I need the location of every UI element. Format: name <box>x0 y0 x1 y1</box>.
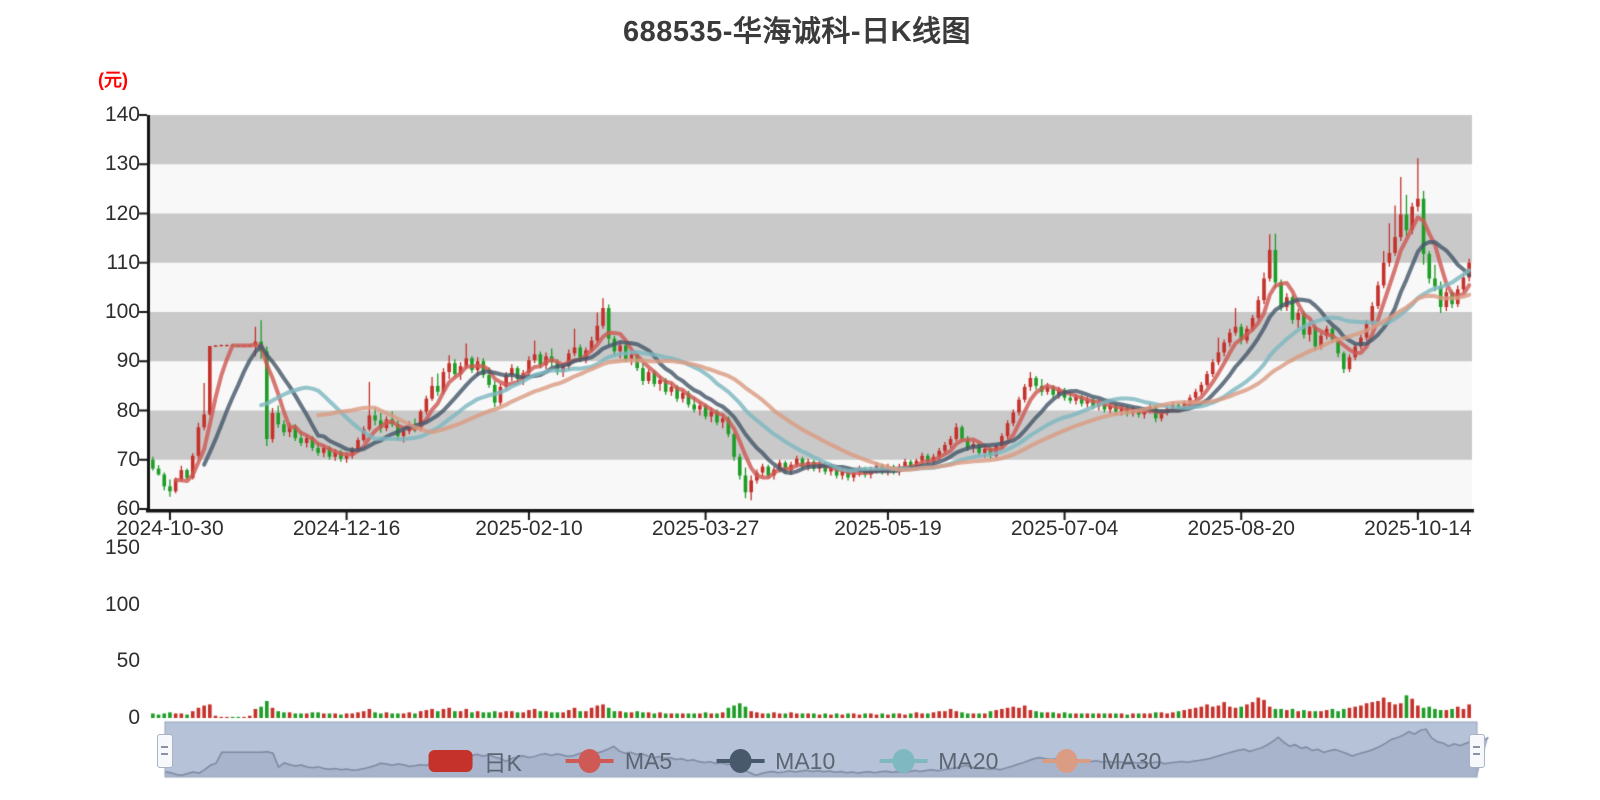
price-tick-label: 120 <box>104 201 140 225</box>
date-tick-label: 2024-10-30 <box>116 517 224 540</box>
price-unit-label: (元) <box>98 70 128 90</box>
datazoom-handle-left[interactable] <box>157 733 173 768</box>
price-tick-label: 140 <box>104 103 140 126</box>
datazoom-handle-right[interactable] <box>1469 733 1485 768</box>
price-tick-label: 110 <box>106 250 140 274</box>
volume-tick-label: 100 <box>104 592 140 616</box>
volume-tick-label: 50 <box>116 649 140 673</box>
date-tick-label: 2025-07-04 <box>1010 517 1119 540</box>
date-tick-label: 2025-02-10 <box>475 517 583 540</box>
price-tick-label: 100 <box>104 300 140 323</box>
price-tick-label: 80 <box>116 398 140 422</box>
chart-title: 688535-华海诚科-日K线图 <box>622 16 972 48</box>
volume-tick-label: 0 <box>128 706 140 729</box>
date-tick-label: 2024-12-16 <box>292 517 401 540</box>
price-tick-label: 130 <box>104 152 140 176</box>
date-tick-label: 2025-08-20 <box>1187 517 1295 540</box>
datazoom-slider-track[interactable] <box>165 722 1477 777</box>
kline-chart: 688535-华海诚科-日K线图 (元) 140 130 120 110 100 90 80… <box>0 0 1600 800</box>
price-tick-label: 70 <box>116 447 140 471</box>
price-tick-label: 90 <box>116 349 140 373</box>
kline-plot-canvas[interactable] <box>0 0 1600 800</box>
date-tick-label: 2025-03-27 <box>651 517 760 540</box>
date-tick-label: 2025-05-19 <box>834 517 942 540</box>
date-tick-label: 2025-10-14 <box>1364 517 1472 540</box>
